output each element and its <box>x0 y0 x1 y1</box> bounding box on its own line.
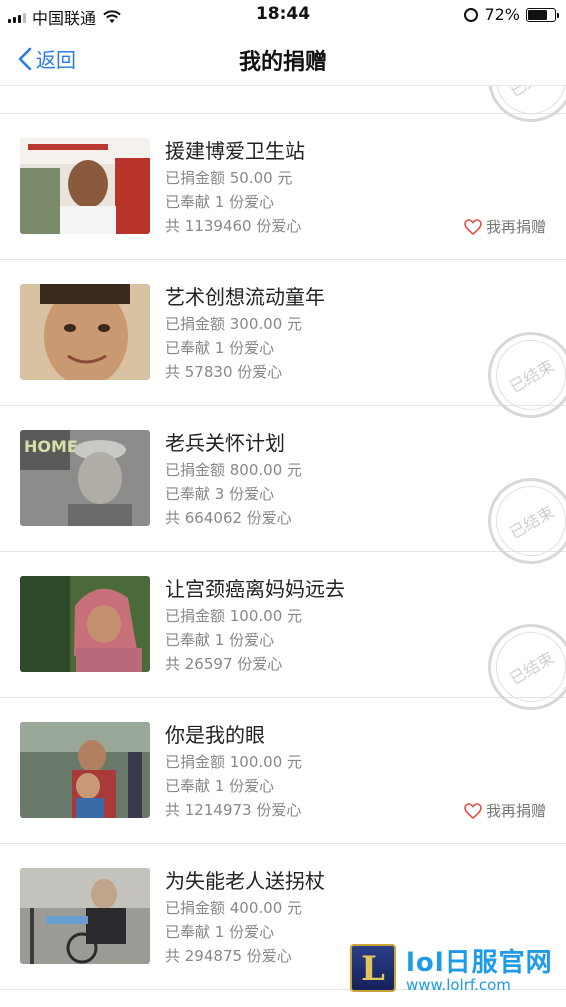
donate-again-label: 我再捐赠 <box>485 218 546 236</box>
page-title: 我的捐赠 <box>238 50 327 75</box>
list-item-partial[interactable]: 已结束 <box>0 86 566 138</box>
battery-percent: 72% <box>484 5 520 24</box>
project-thumbnail <box>20 868 150 964</box>
heart-icon <box>464 802 482 819</box>
donation-count: 已奉献 1 份爱心 <box>165 923 275 941</box>
donated-amount: 已捐金额 100.00 元 <box>165 607 303 625</box>
total-hearts: 共 664062 份爱心 <box>165 509 292 527</box>
item-info: 老兵关怀计划 已捐金额 800.00 元 已奉献 3 份爱心 共 664062 … <box>165 428 302 530</box>
donate-again-button[interactable]: 我再捐赠 <box>464 216 546 237</box>
total-hearts: 共 1139460 份爱心 <box>165 217 302 235</box>
project-title: 为失能老人送拐杖 <box>165 869 325 893</box>
watermark: L lol日服官网 www.lolrf.com <box>350 942 560 996</box>
status-right: 72% <box>464 5 559 24</box>
project-thumbnail <box>20 576 150 672</box>
project-title: 你是我的眼 <box>165 723 265 747</box>
list-item[interactable]: 让宫颈癌离妈妈远去 已捐金额 100.00 元 已奉献 1 份爱心 共 2659… <box>0 552 566 726</box>
watermark-title: lol日服官网 <box>406 948 553 978</box>
battery-level <box>528 9 547 20</box>
project-title: 让宫颈癌离妈妈远去 <box>165 577 345 601</box>
donation-count: 已奉献 1 份爱心 <box>165 339 275 357</box>
donate-again-label: 我再捐赠 <box>485 802 546 820</box>
list-item[interactable]: 艺术创想流动童年 已捐金额 300.00 元 已奉献 1 份爱心 共 57830… <box>0 260 566 434</box>
rotation-lock-icon <box>464 7 479 22</box>
heart-icon <box>464 218 482 235</box>
list-item[interactable]: HOME 老兵关怀计划 已捐金额 800.00 元 已奉献 3 份爱心 共 66… <box>0 406 566 580</box>
battery-icon <box>526 7 559 22</box>
watermark-logo: L <box>350 944 396 992</box>
item-info: 你是我的眼 已捐金额 100.00 元 已奉献 1 份爱心 共 1214973 … <box>165 720 302 822</box>
project-thumbnail <box>20 284 150 380</box>
project-thumbnail: HOME <box>20 430 150 526</box>
total-hearts: 共 294875 份爱心 <box>165 947 292 965</box>
donation-count: 已奉献 1 份爱心 <box>165 631 275 649</box>
project-thumbnail <box>20 722 150 818</box>
donation-count: 已奉献 1 份爱心 <box>165 193 275 211</box>
donated-amount: 已捐金额 400.00 元 <box>165 899 303 917</box>
nav-bar: 返回 我的捐赠 <box>0 30 566 86</box>
donate-again-button[interactable]: 我再捐赠 <box>464 800 546 821</box>
svg-text:HOME: HOME <box>24 437 78 456</box>
project-title: 老兵关怀计划 <box>165 431 285 455</box>
item-info: 艺术创想流动童年 已捐金额 300.00 元 已奉献 1 份爱心 共 57830… <box>165 282 325 384</box>
donated-amount: 已捐金额 100.00 元 <box>165 753 303 771</box>
list-item[interactable]: 你是我的眼 已捐金额 100.00 元 已奉献 1 份爱心 共 1214973 … <box>0 698 566 844</box>
project-thumbnail <box>20 138 150 234</box>
item-info: 让宫颈癌离妈妈远去 已捐金额 100.00 元 已奉献 1 份爱心 共 2659… <box>165 574 345 676</box>
project-title: 援建博爱卫生站 <box>165 139 305 163</box>
total-hearts: 共 26597 份爱心 <box>165 655 283 673</box>
donation-list: 已结束 援建博爱卫生站 已捐金额 50.00 元 已奉献 1 份爱心 共 113… <box>0 86 566 1007</box>
list-item[interactable]: 援建博爱卫生站 已捐金额 50.00 元 已奉献 1 份爱心 共 1139460… <box>0 114 566 260</box>
status-bar: 中国联通 18:44 72% <box>0 0 566 30</box>
donation-count: 已奉献 3 份爱心 <box>165 485 275 503</box>
item-info: 援建博爱卫生站 已捐金额 50.00 元 已奉献 1 份爱心 共 1139460… <box>165 136 305 238</box>
donated-amount: 已捐金额 300.00 元 <box>165 315 303 333</box>
total-hearts: 共 1214973 份爱心 <box>165 801 302 819</box>
total-hearts: 共 57830 份爱心 <box>165 363 283 381</box>
project-title: 艺术创想流动童年 <box>165 285 325 309</box>
donated-amount: 已捐金额 800.00 元 <box>165 461 303 479</box>
item-info: 为失能老人送拐杖 已捐金额 400.00 元 已奉献 1 份爱心 共 29487… <box>165 866 325 968</box>
donation-count: 已奉献 1 份爱心 <box>165 777 275 795</box>
donated-amount: 已捐金额 50.00 元 <box>165 169 293 187</box>
watermark-url: www.lolrf.com <box>406 976 511 994</box>
